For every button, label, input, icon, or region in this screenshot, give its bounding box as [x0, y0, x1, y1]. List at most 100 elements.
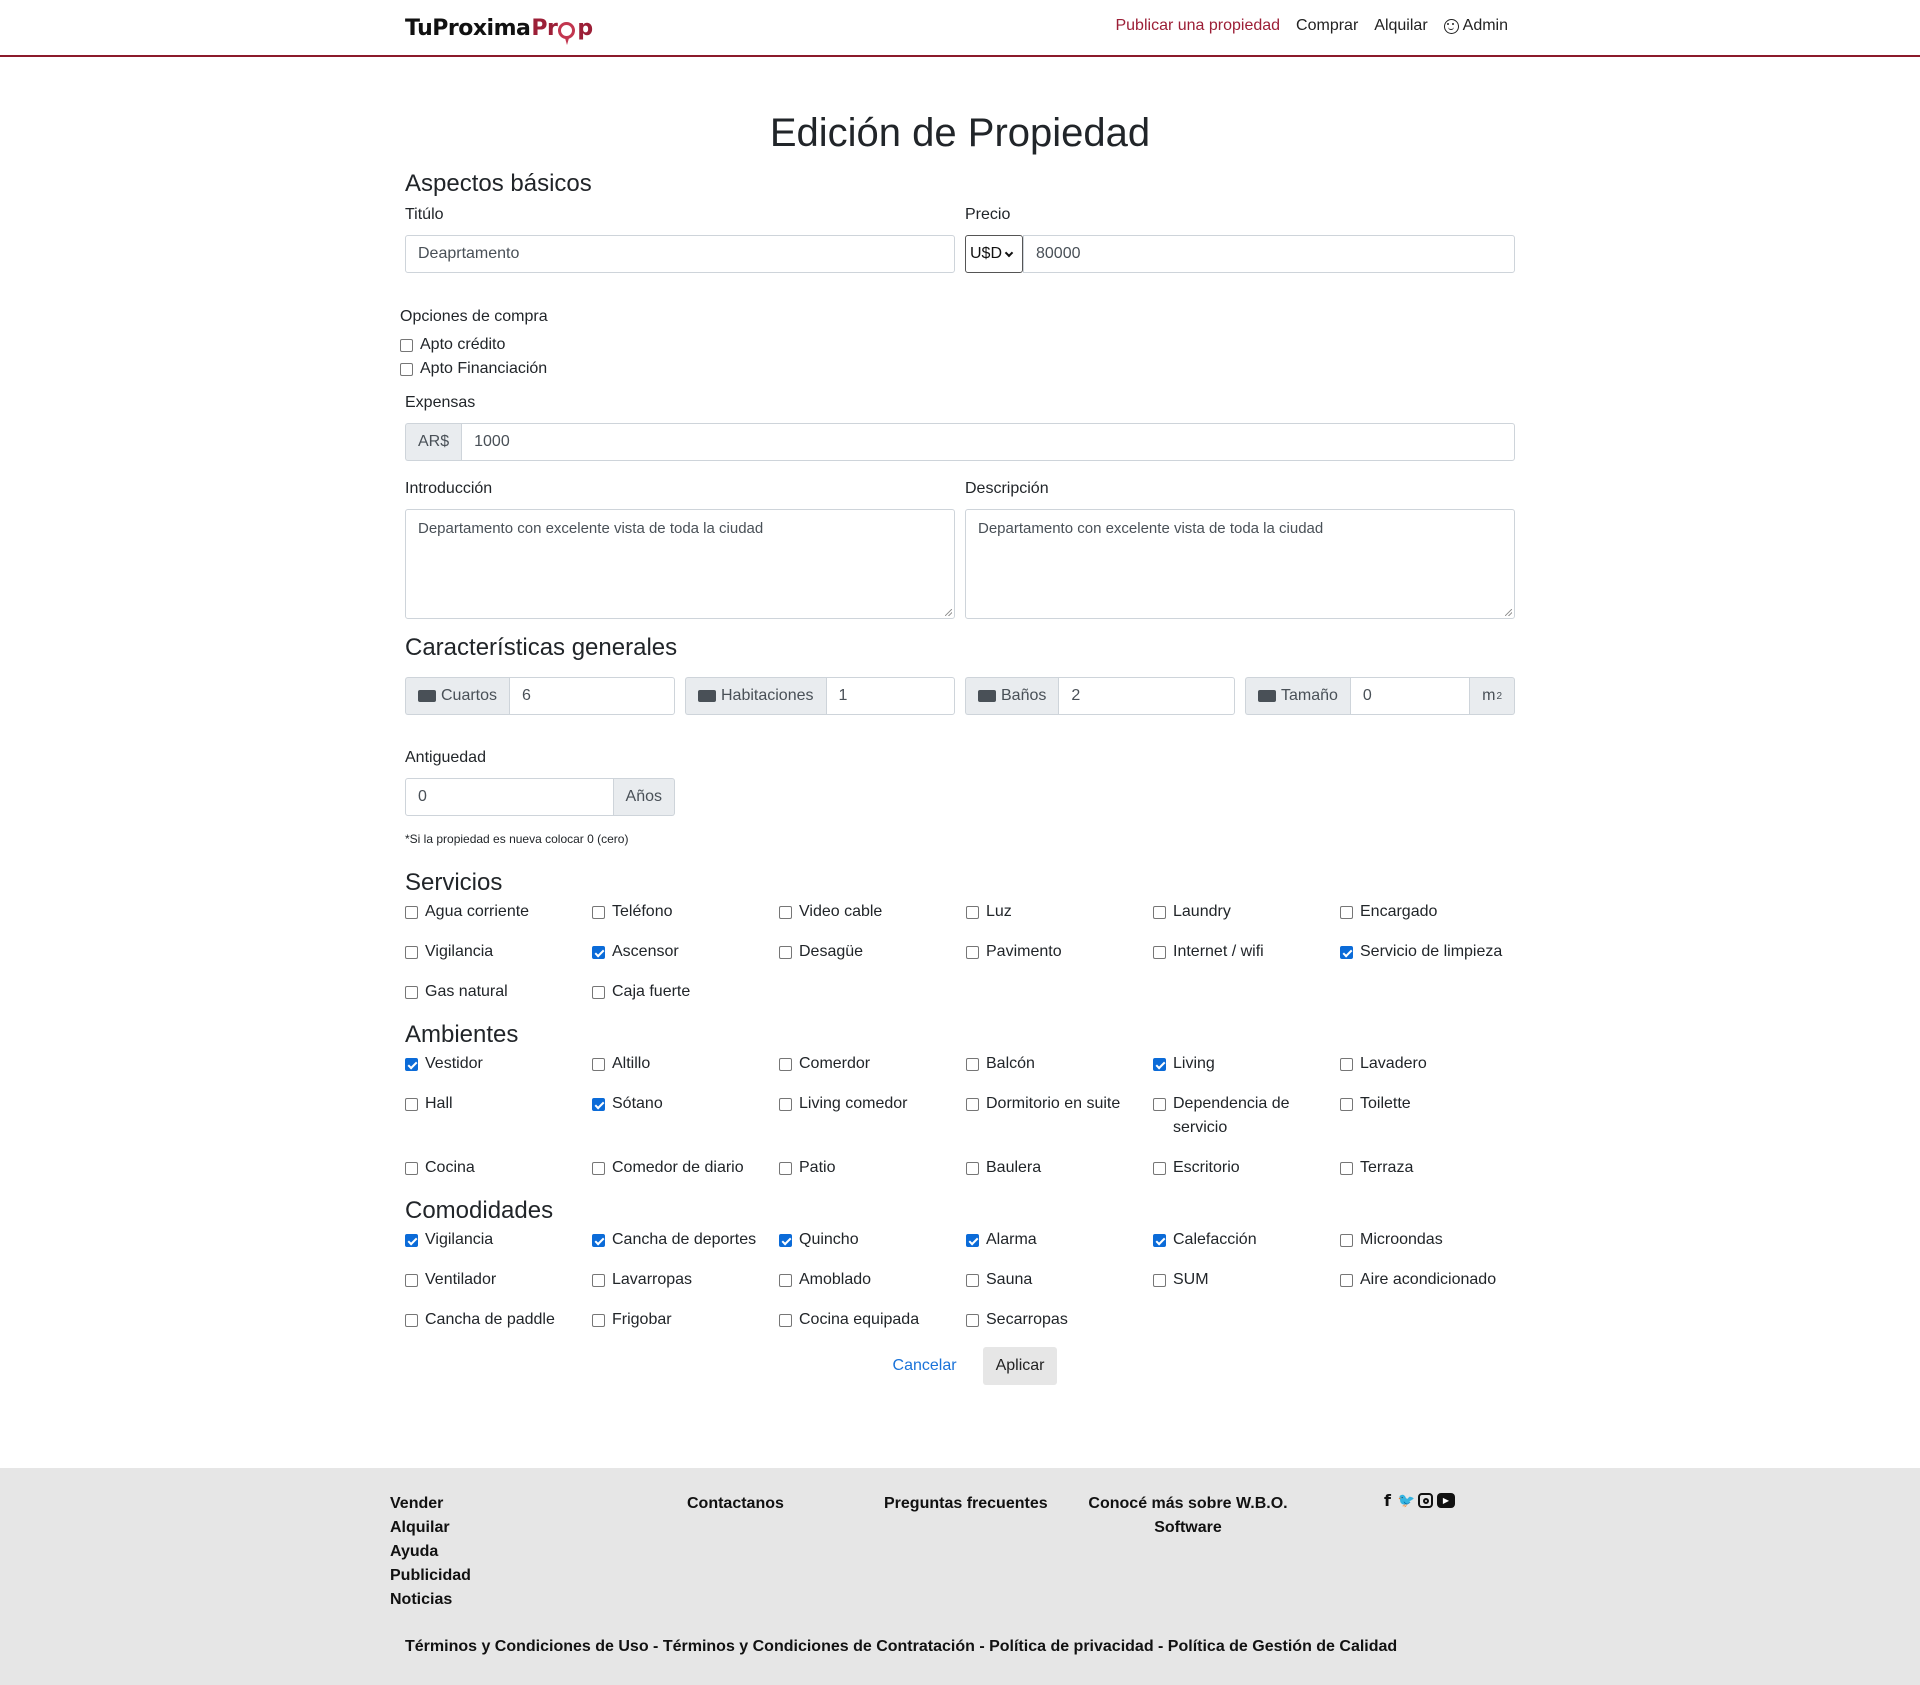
checkbox-unchecked-icon[interactable]	[592, 1058, 605, 1071]
cancel-button[interactable]: Cancelar	[881, 1349, 969, 1383]
service-checkbox-agua-corriente[interactable]: Agua corriente	[405, 900, 592, 924]
bedrooms-input[interactable]: 1	[825, 677, 955, 715]
room-checkbox-dependencia-de-servicio[interactable]: Dependencia de servicio	[1153, 1092, 1340, 1140]
checkbox-checked-icon[interactable]	[966, 1234, 979, 1247]
checkbox-unchecked-icon[interactable]	[1340, 1274, 1353, 1287]
service-checkbox-desague[interactable]: Desagüe	[779, 940, 966, 964]
amenity-checkbox-lavarropas[interactable]: Lavarropas	[592, 1268, 779, 1292]
service-checkbox-laundry[interactable]: Laundry	[1153, 900, 1340, 924]
checkbox-unchecked-icon[interactable]	[405, 1274, 418, 1287]
checkbox-unchecked-icon[interactable]	[966, 946, 979, 959]
room-checkbox-sotano[interactable]: Sótano	[592, 1092, 779, 1140]
baths-input[interactable]: 2	[1058, 677, 1235, 715]
checkbox-unchecked-icon[interactable]	[1153, 906, 1166, 919]
checkbox-checked-icon[interactable]	[1340, 946, 1353, 959]
age-input[interactable]: 0	[405, 778, 614, 816]
amenity-checkbox-vigilancia[interactable]: Vigilancia	[405, 1228, 592, 1252]
amenity-checkbox-amoblado[interactable]: Amoblado	[779, 1268, 966, 1292]
footer-link-noticias[interactable]: Noticias	[390, 1588, 471, 1612]
service-checkbox-vigilancia[interactable]: Vigilancia	[405, 940, 592, 964]
service-checkbox-gas-natural[interactable]: Gas natural	[405, 980, 592, 1004]
checkbox-unchecked-icon[interactable]	[1153, 1098, 1166, 1111]
room-checkbox-hall[interactable]: Hall	[405, 1092, 592, 1140]
checkbox-unchecked-icon[interactable]	[966, 1274, 979, 1287]
footer-faq-link[interactable]: Preguntas frecuentes	[884, 1492, 1048, 1516]
checkbox-unchecked-icon[interactable]	[1153, 1162, 1166, 1175]
amenity-checkbox-aire-acondicionado[interactable]: Aire acondicionado	[1340, 1268, 1527, 1292]
amenity-checkbox-calefaccion[interactable]: Calefacción	[1153, 1228, 1340, 1252]
twitter-icon[interactable]: 🐦	[1398, 1493, 1415, 1509]
room-checkbox-baulera[interactable]: Baulera	[966, 1156, 1153, 1180]
intro-textarea[interactable]: Departamento con excelente vista de toda…	[405, 509, 955, 619]
room-checkbox-living-comedor[interactable]: Living comedor	[779, 1092, 966, 1140]
apply-button[interactable]: Aplicar	[982, 1347, 1058, 1385]
checkbox-unchecked-icon[interactable]	[405, 986, 418, 999]
checkbox-unchecked-icon[interactable]	[966, 1098, 979, 1111]
amenity-checkbox-frigobar[interactable]: Frigobar	[592, 1308, 779, 1332]
room-checkbox-cocina[interactable]: Cocina	[405, 1156, 592, 1180]
checkbox-unchecked-icon[interactable]	[592, 986, 605, 999]
room-checkbox-toilette[interactable]: Toilette	[1340, 1092, 1527, 1140]
footer-link-alquilar[interactable]: Alquilar	[390, 1516, 471, 1540]
room-checkbox-altillo[interactable]: Altillo	[592, 1052, 779, 1076]
price-input[interactable]: 80000	[1023, 235, 1515, 273]
amenity-checkbox-sauna[interactable]: Sauna	[966, 1268, 1153, 1292]
nav-admin-link[interactable]: Admin	[1443, 17, 1508, 35]
footer-link-vender[interactable]: Vender	[390, 1492, 471, 1516]
footer-link-ayuda[interactable]: Ayuda	[390, 1540, 471, 1564]
amenity-checkbox-quincho[interactable]: Quincho	[779, 1228, 966, 1252]
checkbox-unchecked-icon[interactable]	[779, 1314, 792, 1327]
checkbox-unchecked-icon[interactable]	[779, 1098, 792, 1111]
facebook-icon[interactable]: f	[1380, 1491, 1395, 1510]
size-input[interactable]: 0	[1349, 677, 1471, 715]
service-checkbox-ascensor[interactable]: Ascensor	[592, 940, 779, 964]
checkbox-unchecked-icon[interactable]	[400, 339, 413, 352]
checkbox-unchecked-icon[interactable]	[966, 1162, 979, 1175]
checkbox-unchecked-icon[interactable]	[1340, 906, 1353, 919]
service-checkbox-caja-fuerte[interactable]: Caja fuerte	[592, 980, 779, 1004]
room-checkbox-vestidor[interactable]: Vestidor	[405, 1052, 592, 1076]
checkbox-checked-icon[interactable]	[405, 1058, 418, 1071]
room-checkbox-escritorio[interactable]: Escritorio	[1153, 1156, 1340, 1180]
checkbox-unchecked-icon[interactable]	[405, 906, 418, 919]
currency-select[interactable]: U$D	[965, 235, 1023, 273]
service-checkbox-luz[interactable]: Luz	[966, 900, 1153, 924]
room-checkbox-living[interactable]: Living	[1153, 1052, 1340, 1076]
rooms-input[interactable]: 6	[509, 677, 675, 715]
checkbox-unchecked-icon[interactable]	[1153, 946, 1166, 959]
instagram-icon[interactable]	[1418, 1493, 1433, 1508]
expenses-input[interactable]: 1000	[461, 423, 1515, 461]
checkbox-unchecked-icon[interactable]	[779, 906, 792, 919]
checkbox-checked-icon[interactable]	[779, 1234, 792, 1247]
checkbox-unchecked-icon[interactable]	[592, 906, 605, 919]
checkbox-unchecked-icon[interactable]	[779, 1274, 792, 1287]
checkbox-unchecked-icon[interactable]	[779, 946, 792, 959]
service-checkbox-video-cable[interactable]: Video cable	[779, 900, 966, 924]
site-logo[interactable]: TuProxima Pr p	[405, 12, 593, 45]
nav-publish-link[interactable]: Publicar una propiedad	[1115, 17, 1280, 35]
service-checkbox-encargado[interactable]: Encargado	[1340, 900, 1527, 924]
service-checkbox-pavimento[interactable]: Pavimento	[966, 940, 1153, 964]
amenity-checkbox-ventilador[interactable]: Ventilador	[405, 1268, 592, 1292]
room-checkbox-terraza[interactable]: Terraza	[1340, 1156, 1527, 1180]
checkbox-checked-icon[interactable]	[405, 1234, 418, 1247]
checkbox-unchecked-icon[interactable]	[966, 1058, 979, 1071]
amenity-checkbox-alarma[interactable]: Alarma	[966, 1228, 1153, 1252]
checkbox-unchecked-icon[interactable]	[1153, 1274, 1166, 1287]
service-checkbox-internet-wifi[interactable]: Internet / wifi	[1153, 940, 1340, 964]
checkbox-unchecked-icon[interactable]	[966, 1314, 979, 1327]
checkbox-unchecked-icon[interactable]	[1340, 1058, 1353, 1071]
room-checkbox-lavadero[interactable]: Lavadero	[1340, 1052, 1527, 1076]
checkbox-unchecked-icon[interactable]	[592, 1162, 605, 1175]
checkbox-unchecked-icon[interactable]	[779, 1162, 792, 1175]
checkbox-unchecked-icon[interactable]	[1340, 1234, 1353, 1247]
checkbox-checked-icon[interactable]	[1153, 1058, 1166, 1071]
amenity-checkbox-microondas[interactable]: Microondas	[1340, 1228, 1527, 1252]
amenity-checkbox-cancha-de-paddle[interactable]: Cancha de paddle	[405, 1308, 592, 1332]
room-checkbox-comedor-de-diario[interactable]: Comedor de diario	[592, 1156, 779, 1180]
amenity-checkbox-cancha-de-deportes[interactable]: Cancha de deportes	[592, 1228, 779, 1252]
checkbox-unchecked-icon[interactable]	[1340, 1098, 1353, 1111]
room-checkbox-dormitorio-en-suite[interactable]: Dormitorio en suite	[966, 1092, 1153, 1140]
nav-buy-link[interactable]: Comprar	[1296, 17, 1358, 35]
amenity-checkbox-secarropas[interactable]: Secarropas	[966, 1308, 1153, 1332]
